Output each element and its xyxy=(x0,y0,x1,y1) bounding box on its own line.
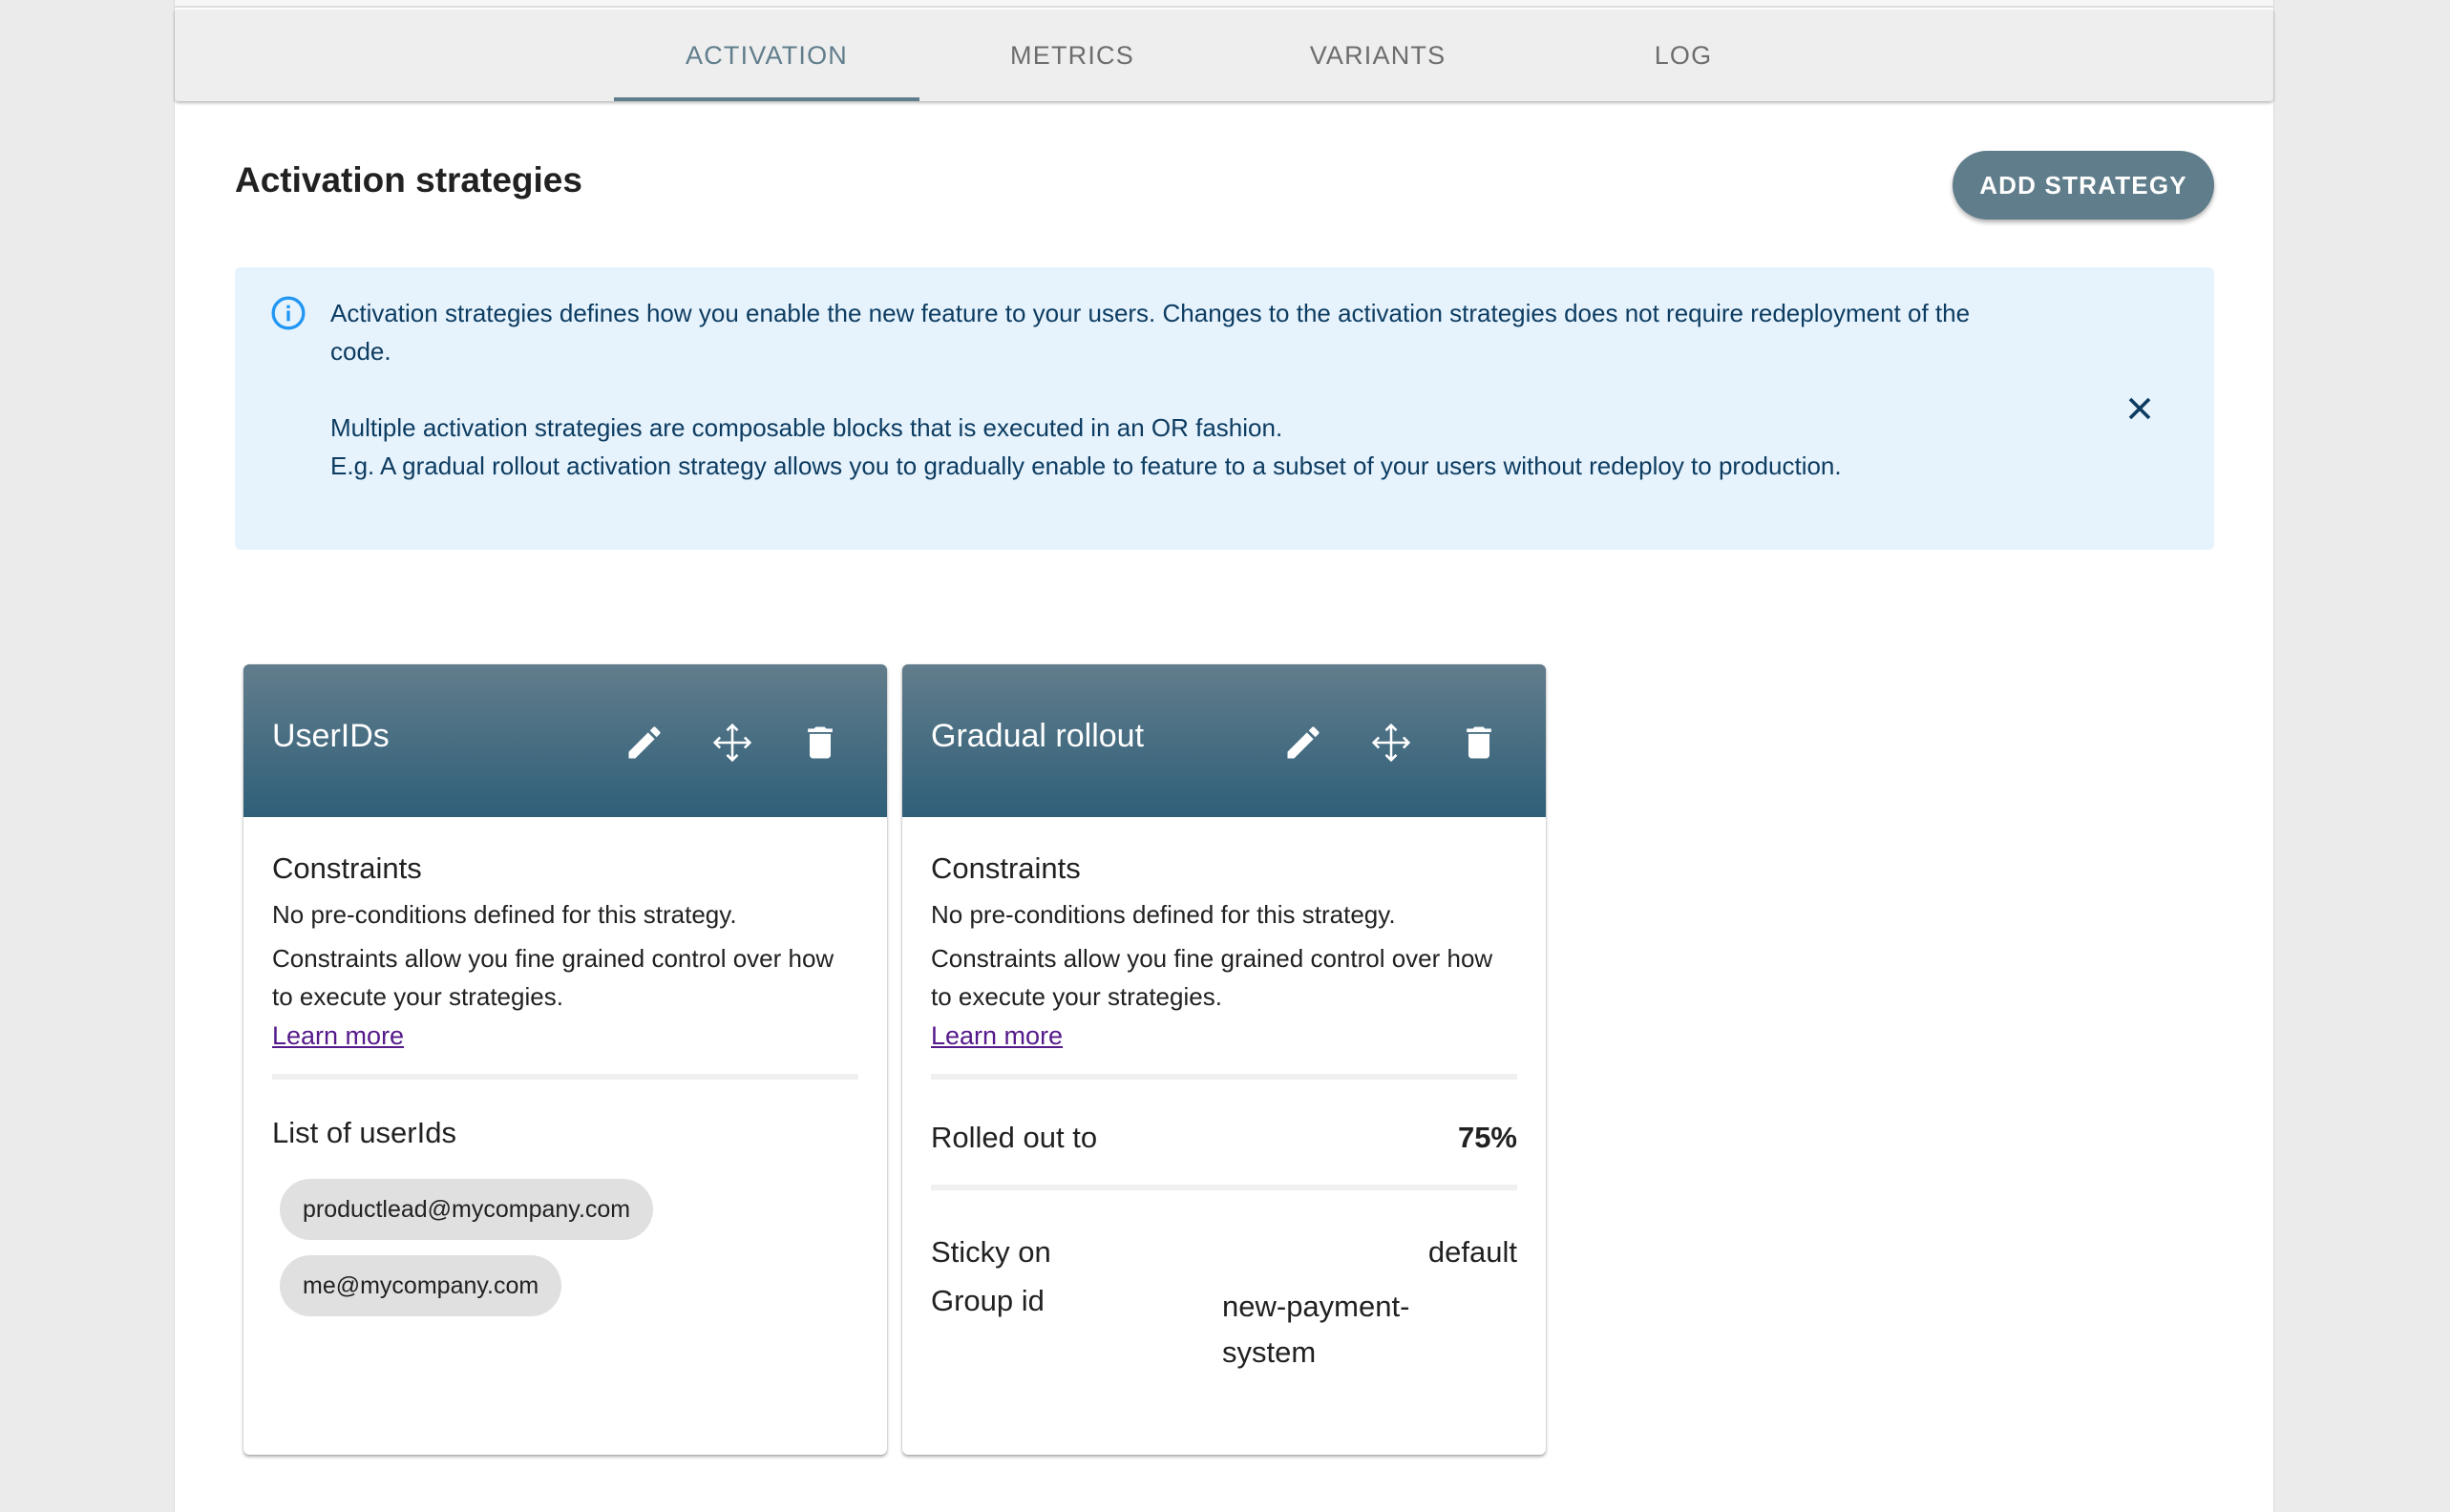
tab-activation[interactable]: ACTIVATION xyxy=(614,10,919,101)
delete-icon[interactable] xyxy=(792,714,849,771)
constraints-heading: Constraints xyxy=(272,851,422,885)
userid-chip[interactable]: me@mycompany.com xyxy=(280,1255,562,1316)
edit-icon[interactable] xyxy=(616,714,673,771)
learn-more-link[interactable]: Learn more xyxy=(931,1021,1063,1051)
info-alert: Activation strategies defines how you en… xyxy=(235,267,2214,550)
drag-move-icon[interactable] xyxy=(1362,714,1420,771)
sticky-row: Sticky on default xyxy=(931,1228,1517,1276)
info-icon xyxy=(269,294,307,332)
strategy-card-gradual-rollout: Gradual rollout Constraints No pre-condi… xyxy=(902,664,1546,1455)
constraints-none-text: No pre-conditions defined for this strat… xyxy=(931,900,1396,929)
card-actions xyxy=(616,714,849,771)
delete-icon[interactable] xyxy=(1450,714,1508,771)
card-header: UserIDs xyxy=(243,664,887,817)
info-text: Activation strategies defines how you en… xyxy=(330,294,1973,485)
top-strip xyxy=(175,0,2273,8)
divider xyxy=(272,1074,858,1080)
card-actions xyxy=(1275,714,1508,771)
constraints-heading: Constraints xyxy=(931,851,1081,885)
group-id-label: Group id xyxy=(931,1284,1045,1317)
group-id-row: Group id new-payment-system xyxy=(931,1284,1517,1376)
divider xyxy=(931,1074,1517,1080)
rollout-value: 75% xyxy=(1457,1121,1517,1154)
card-body: Constraints No pre-conditions defined fo… xyxy=(272,817,858,1332)
card-body: Constraints No pre-conditions defined fo… xyxy=(931,817,1517,1376)
drag-move-icon[interactable] xyxy=(704,714,761,771)
feature-page: ACTIVATION METRICS VARIANTS LOG Activati… xyxy=(174,0,2274,1512)
userid-chip[interactable]: productlead@mycompany.com xyxy=(280,1179,654,1240)
strategy-card-userids: UserIDs Constraints No pre-conditions de… xyxy=(243,664,887,1455)
tab-log[interactable]: LOG xyxy=(1531,10,1836,101)
sticky-label: Sticky on xyxy=(931,1235,1051,1269)
constraints-none-text: No pre-conditions defined for this strat… xyxy=(272,900,737,929)
sticky-value: default xyxy=(1427,1235,1517,1269)
info-paragraph: Multiple activation strategies are compo… xyxy=(330,413,1283,442)
info-paragraph: E.g. A gradual rollout activation strate… xyxy=(330,452,1842,480)
group-id-value: new-payment-system xyxy=(1222,1290,1410,1369)
divider xyxy=(931,1185,1517,1190)
learn-more-link[interactable]: Learn more xyxy=(272,1021,404,1051)
constraints-help-text: Constraints allow you fine grained contr… xyxy=(272,944,834,1011)
tab-metrics[interactable]: METRICS xyxy=(919,10,1225,101)
rollout-row: Rolled out to 75% xyxy=(931,1114,1517,1162)
card-header: Gradual rollout xyxy=(902,664,1546,817)
tab-variants[interactable]: VARIANTS xyxy=(1225,10,1531,101)
section-title: Activation strategies xyxy=(235,160,582,200)
info-paragraph: Activation strategies defines how you en… xyxy=(330,299,1971,366)
add-strategy-button[interactable]: ADD STRATEGY xyxy=(1953,151,2214,220)
rollout-label: Rolled out to xyxy=(931,1121,1098,1154)
constraints-help-text: Constraints allow you fine grained contr… xyxy=(931,944,1493,1011)
tab-bar: ACTIVATION METRICS VARIANTS LOG xyxy=(175,10,2273,101)
userids-list-title: List of userIds xyxy=(272,1116,456,1149)
close-icon[interactable] xyxy=(2121,389,2159,428)
tabs: ACTIVATION METRICS VARIANTS LOG xyxy=(614,10,1836,101)
edit-icon[interactable] xyxy=(1275,714,1332,771)
card-title: UserIDs xyxy=(272,718,390,754)
card-title: Gradual rollout xyxy=(931,718,1145,754)
userids-chips: productlead@mycompany.com me@mycompany.c… xyxy=(280,1179,858,1332)
